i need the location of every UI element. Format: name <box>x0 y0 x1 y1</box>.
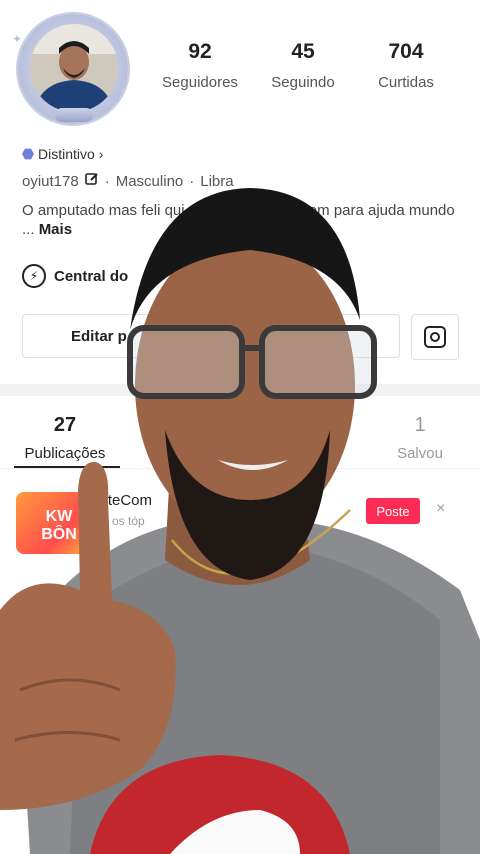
followers-count: 92 <box>188 40 212 63</box>
badge-label: Distintivo <box>38 146 95 162</box>
badge-icon <box>22 148 34 160</box>
likes-count: 704 <box>388 40 424 63</box>
avatar-photo <box>30 24 118 112</box>
chevron-right-icon: › <box>98 146 104 162</box>
following-label: Seguindo <box>271 74 335 91</box>
likes-label: Curtidas <box>378 74 434 91</box>
avatar[interactable] <box>30 24 118 112</box>
sparkle-icon: ✦ <box>12 32 23 46</box>
badge-link[interactable]: Distintivo › <box>22 146 103 162</box>
avatar-badge <box>55 108 93 122</box>
followers-label: Seguidores <box>162 74 238 91</box>
person-overlay <box>0 188 480 854</box>
stat-likes[interactable]: 704 Curtidas <box>358 40 454 91</box>
following-count: 45 <box>291 40 315 63</box>
stat-followers[interactable]: 92 Seguidores <box>152 40 248 91</box>
stat-following[interactable]: 45 Seguindo <box>255 40 351 91</box>
